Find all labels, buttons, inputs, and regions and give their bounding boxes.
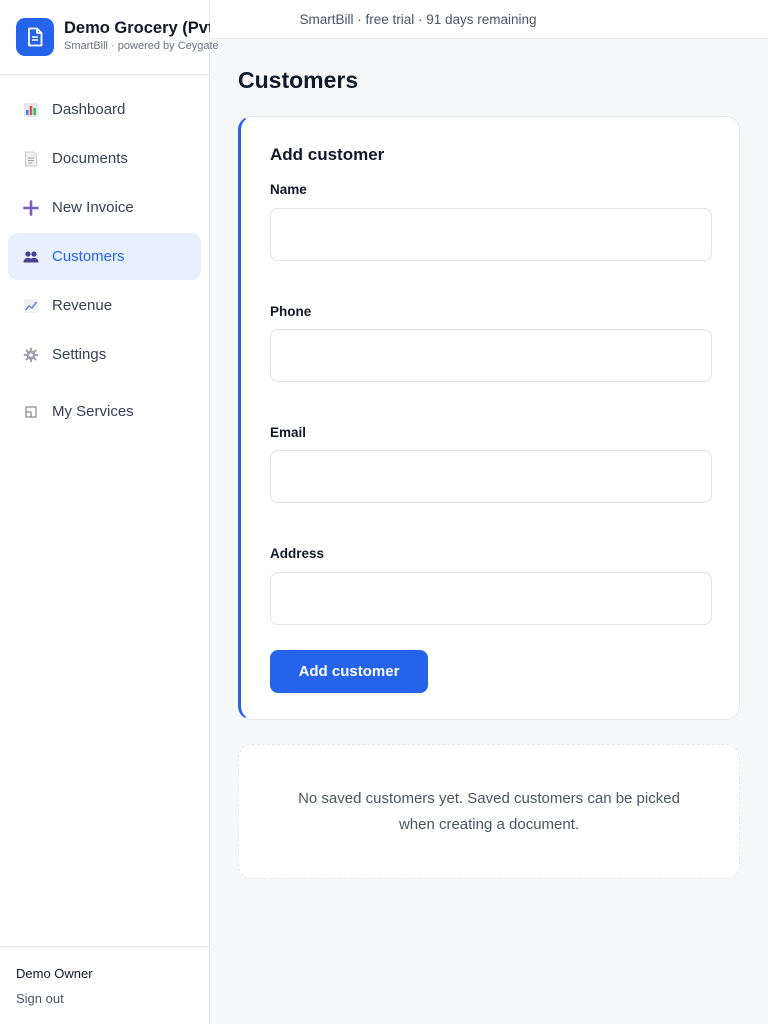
name-label: Name — [270, 182, 307, 197]
empty-message: No saved customers yet. Saved customers … — [298, 789, 680, 833]
plus-icon — [22, 199, 40, 217]
sidebar-item-label: Customers — [52, 248, 125, 265]
bar-chart-icon — [22, 101, 40, 119]
email-label: Email — [270, 425, 307, 440]
sidebar-item-settings[interactable]: Settings — [8, 331, 201, 378]
add-customer-card: Add customer Name Phone Email Address Ad… — [238, 116, 740, 720]
sidebar-item-customers[interactable]: Customers — [8, 233, 201, 280]
window-icon — [22, 403, 40, 421]
sidebar-item-label: My Services — [52, 403, 134, 420]
sidebar-item-label: Revenue — [52, 297, 113, 314]
form-title: Add customer — [270, 145, 385, 164]
sidebar-item-revenue[interactable]: Revenue — [8, 282, 201, 329]
sidebar-item-my-services[interactable]: My Services — [8, 388, 201, 435]
phone-input[interactable] — [270, 329, 712, 382]
brand-header: Demo Grocery (Pvt) Ltd SmartBill · power… — [0, 0, 249, 75]
sidebar-item-new-invoice[interactable]: New Invoice — [8, 184, 201, 231]
sidebar: Demo Grocery (Pvt) Ltd SmartBill · power… — [0, 0, 249, 1024]
add-customer-button[interactable]: Add customer — [270, 650, 428, 693]
sidebar-footer: Demo Owner Sign out — [0, 946, 210, 1024]
owner-name: Demo Owner — [16, 966, 93, 981]
trial-banner: SmartBill · free trial · 91 days remaini… — [210, 0, 768, 39]
address-input[interactable] — [270, 572, 712, 625]
sidebar-item-label: Dashboard — [52, 101, 126, 118]
address-label: Address — [270, 546, 325, 561]
sidebar-item-label: Documents — [52, 150, 128, 167]
line-chart-icon — [22, 297, 40, 315]
trial-status-text: SmartBill · free trial · 91 days remaini… — [299, 11, 537, 27]
sidebar-item-documents[interactable]: Documents — [8, 135, 201, 182]
page-title: Customers — [238, 67, 359, 93]
sign-out-link[interactable]: Sign out — [16, 991, 64, 1006]
phone-label: Phone — [270, 304, 312, 319]
brand-subtitle: SmartBill · powered by Ceygate — [64, 40, 219, 52]
users-icon — [22, 248, 40, 266]
sidebar-item-dashboard[interactable]: Dashboard — [8, 86, 201, 133]
name-input[interactable] — [270, 208, 712, 261]
sidebar-item-label: New Invoice — [52, 199, 134, 216]
email-input[interactable] — [270, 450, 712, 503]
document-icon — [22, 150, 40, 168]
sidebar-item-label: Settings — [52, 346, 107, 363]
document-icon — [16, 18, 54, 56]
empty-customers-state: No saved customers yet. Saved customers … — [238, 744, 740, 879]
gear-icon — [22, 346, 40, 364]
